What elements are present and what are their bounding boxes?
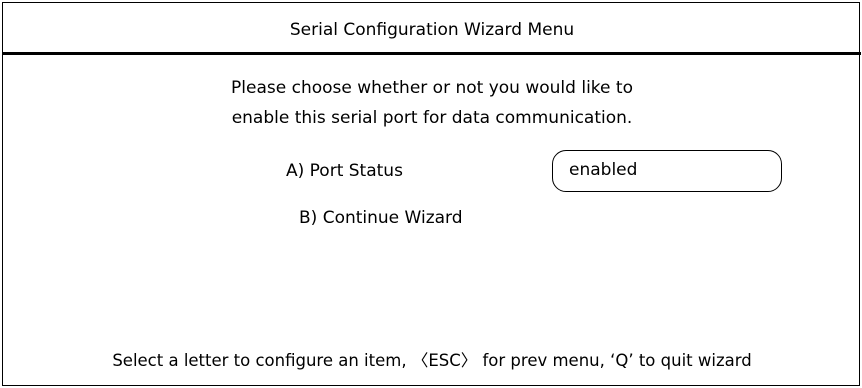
menu-title: Serial Configuration Wizard Menu [289, 20, 575, 40]
footer-help-text: Select a letter to configure an item, 〈E… [112, 351, 752, 370]
prompt-line-2: enable this serial port for data communi… [231, 108, 633, 128]
wizard-window: Serial Configuration Wizard Menu Please … [2, 2, 861, 386]
option-continue-wizard[interactable]: B) Continue Wizard [299, 208, 463, 228]
title-divider [3, 52, 861, 55]
option-port-status[interactable]: A) Port Status [286, 161, 403, 181]
prompt-line-1: Please choose whether or not you would l… [231, 78, 633, 98]
port-status-value-field[interactable]: enabled [552, 150, 782, 192]
